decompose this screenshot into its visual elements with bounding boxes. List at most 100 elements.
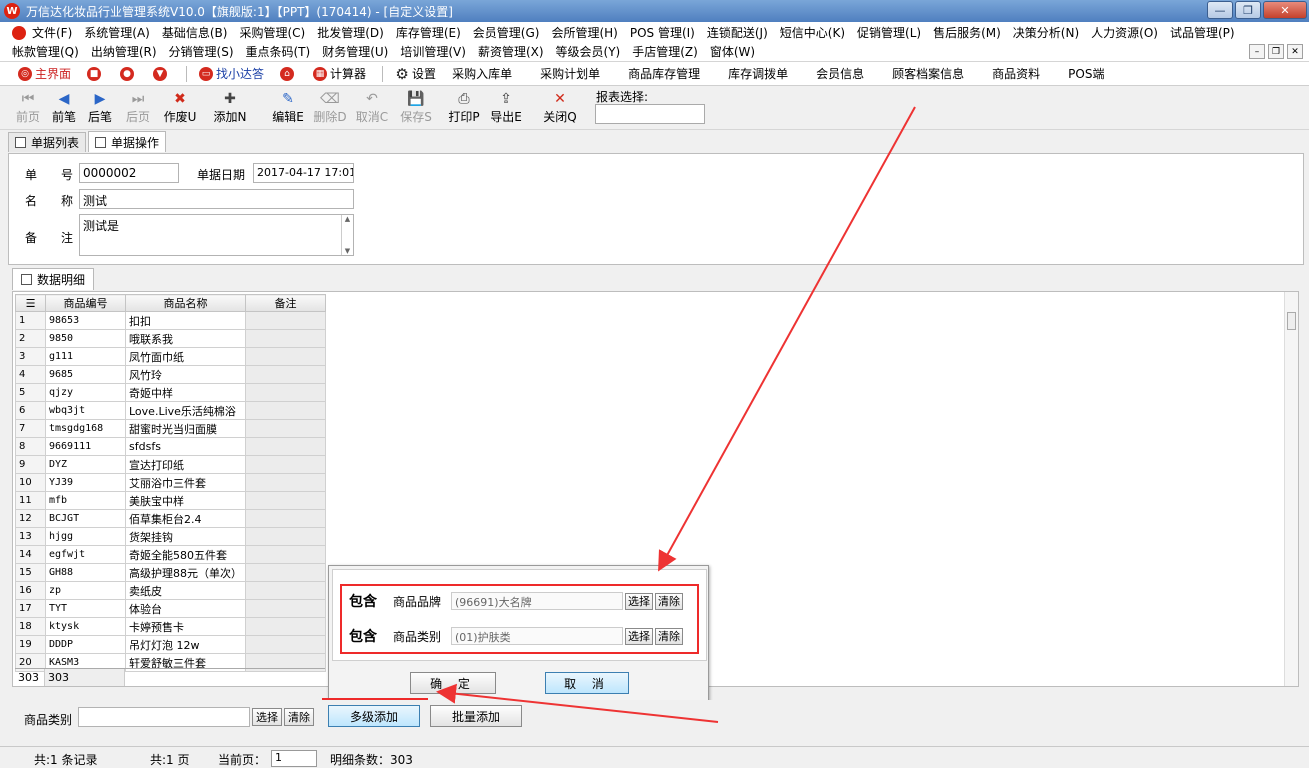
bottom-category-input[interactable]	[78, 707, 250, 727]
main-screen-link[interactable]: ◎ 主界面	[18, 65, 71, 82]
product-name-cell[interactable]: 卖纸皮	[125, 581, 246, 600]
table-row[interactable]: 11 mfb 美肤宝中样	[15, 491, 326, 510]
product-name-cell[interactable]: 吊灯灯泡 12w	[125, 635, 246, 654]
product-name-cell[interactable]: 奇姬中样	[125, 383, 246, 402]
tab-document-list[interactable]: 单据列表	[8, 132, 87, 152]
home-shortcut[interactable]: ⌂	[280, 66, 297, 81]
doc-name-input[interactable]: 测试	[79, 189, 354, 209]
product-code-cell[interactable]: wbq3jt	[45, 401, 126, 420]
product-code-cell[interactable]: DDDP	[45, 635, 126, 654]
toolbar-button-10[interactable]: ⎙ 打印P	[444, 90, 484, 128]
remark-cell[interactable]	[245, 617, 326, 636]
product-name-cell[interactable]: 扣扣	[125, 311, 246, 330]
remark-scrollbar[interactable]: ▲ ▼	[341, 215, 353, 255]
menu-item-r1-0[interactable]: 文件(F)	[32, 24, 72, 41]
calculator-link[interactable]: ▦ 计算器	[313, 65, 366, 82]
product-name-cell[interactable]: 奇姬全能580五件套	[125, 545, 246, 564]
product-code-cell[interactable]: qjzy	[45, 383, 126, 402]
menu-item-r2-9[interactable]: 窗体(W)	[710, 43, 755, 60]
mdi-restore-button[interactable]: ❐	[1268, 44, 1284, 59]
product-name-cell[interactable]: Love.Live乐活纯棉浴	[125, 401, 246, 420]
menu-item-r1-11[interactable]: 促销管理(L)	[857, 24, 921, 41]
product-code-cell[interactable]: 9685	[45, 365, 126, 384]
quick-link-0[interactable]: 采购入库单	[452, 65, 512, 82]
table-row[interactable]: 9 DYZ 宣达打印纸	[15, 455, 326, 474]
menu-item-r1-14[interactable]: 人力资源(O)	[1091, 24, 1158, 41]
doc-no-input[interactable]: 0000002	[79, 163, 179, 183]
menu-item-r1-1[interactable]: 系统管理(A)	[84, 24, 150, 41]
toolbar-button-9[interactable]: 💾 保存S	[396, 90, 436, 128]
minimize-button[interactable]: —	[1207, 1, 1233, 19]
toolbar-button-1[interactable]: ◀ 前笔	[44, 90, 84, 128]
batch-add-button[interactable]: 批量添加	[430, 705, 522, 727]
table-row[interactable]: 16 zp 卖纸皮	[15, 581, 326, 600]
table-row[interactable]: 14 egfwjt 奇姬全能580五件套	[15, 545, 326, 564]
table-row[interactable]: 13 hjgg 货架挂钩	[15, 527, 326, 546]
menu-item-r1-5[interactable]: 库存管理(E)	[396, 24, 461, 41]
product-name-cell[interactable]: 高级护理88元（单次）	[125, 563, 246, 582]
toolbar-button-11[interactable]: ⇪ 导出E	[486, 90, 526, 128]
menu-item-r2-8[interactable]: 手店管理(Z)	[632, 43, 698, 60]
quick-link-2[interactable]: 商品库存管理	[628, 65, 700, 82]
doc-date-input[interactable]: 2017-04-17 17:01	[253, 163, 354, 183]
menu-item-r2-5[interactable]: 培训管理(V)	[400, 43, 466, 60]
maximize-button[interactable]: ❐	[1235, 1, 1261, 19]
menu-item-r1-7[interactable]: 会所管理(H)	[551, 24, 617, 41]
mdi-minimize-button[interactable]: –	[1249, 44, 1265, 59]
menu-item-r2-7[interactable]: 等级会员(Y)	[556, 43, 621, 60]
quick-link-1[interactable]: 采购计划单	[540, 65, 600, 82]
remark-cell[interactable]	[245, 563, 326, 582]
remark-cell[interactable]	[245, 491, 326, 510]
menu-item-r1-9[interactable]: 连锁配送(J)	[707, 24, 768, 41]
remark-cell[interactable]	[245, 365, 326, 384]
toolbar-button-5[interactable]: ✚ 添加N	[210, 90, 250, 128]
product-code-cell[interactable]: YJ39	[45, 473, 126, 492]
product-name-cell[interactable]: 风竹玲	[125, 365, 246, 384]
table-row[interactable]: 10 YJ39 艾丽浴巾三件套	[15, 473, 326, 492]
table-row[interactable]: 2 9850 哦联系我	[15, 329, 326, 348]
product-name-cell[interactable]: 宣达打印纸	[125, 455, 246, 474]
table-row[interactable]: 6 wbq3jt Love.Live乐活纯棉浴	[15, 401, 326, 420]
remark-cell[interactable]	[245, 401, 326, 420]
remark-cell[interactable]	[245, 383, 326, 402]
column-header-code[interactable]: 商品编号	[45, 294, 126, 312]
table-row[interactable]: 3 g111 凤竹面巾纸	[15, 347, 326, 366]
menu-item-r1-12[interactable]: 售后服务(M)	[933, 24, 1001, 41]
table-row[interactable]: 18 ktysk 卡婷预售卡	[15, 617, 326, 636]
toolbar-button-12[interactable]: ✕ 关闭Q	[540, 90, 580, 128]
product-code-cell[interactable]: zp	[45, 581, 126, 600]
remark-cell[interactable]	[245, 635, 326, 654]
multi-level-add-button[interactable]: 多级添加	[328, 705, 420, 727]
menu-item-r1-6[interactable]: 会员管理(G)	[473, 24, 540, 41]
product-name-cell[interactable]: 美肤宝中样	[125, 491, 246, 510]
quick-link-6[interactable]: 商品资料	[992, 65, 1040, 82]
product-name-cell[interactable]: 凤竹面巾纸	[125, 347, 246, 366]
table-row[interactable]: 7 tmsgdg168 甜蜜时光当归面膜	[15, 419, 326, 438]
remark-cell[interactable]	[245, 437, 326, 456]
product-code-cell[interactable]: 98653	[45, 311, 126, 330]
product-name-cell[interactable]: 卡婷预售卡	[125, 617, 246, 636]
column-header-name[interactable]: 商品名称	[125, 294, 246, 312]
bottom-select-button[interactable]: 选择	[252, 708, 282, 726]
find-helper-link[interactable]: ▭ 找小达答	[199, 65, 264, 82]
remark-cell[interactable]	[245, 599, 326, 618]
menu-item-r2-2[interactable]: 分销管理(S)	[169, 43, 234, 60]
menu-item-r2-6[interactable]: 薪资管理(X)	[478, 43, 544, 60]
product-code-cell[interactable]: BCJGT	[45, 509, 126, 528]
chat-shortcut[interactable]: ●	[120, 66, 137, 81]
table-row[interactable]: 8 9669111 sfdsfs	[15, 437, 326, 456]
remark-cell[interactable]	[245, 509, 326, 528]
product-code-cell[interactable]: g111	[45, 347, 126, 366]
menu-item-r2-3[interactable]: 重点条码(T)	[246, 43, 311, 60]
toolbar-button-2[interactable]: ▶ 后笔	[80, 90, 120, 128]
table-row[interactable]: 12 BCJGT 佰草集柜台2.4	[15, 509, 326, 528]
menu-item-r1-3[interactable]: 采购管理(C)	[239, 24, 305, 41]
column-header-remark[interactable]: 备注	[245, 294, 326, 312]
product-name-cell[interactable]: sfdsfs	[125, 437, 246, 456]
menu-item-r1-15[interactable]: 试品管理(P)	[1170, 24, 1235, 41]
tab-document-operation[interactable]: 单据操作	[88, 131, 167, 152]
quick-link-7[interactable]: POS端	[1068, 65, 1104, 82]
bottom-clear-button[interactable]: 清除	[284, 708, 314, 726]
table-row[interactable]: 5 qjzy 奇姬中样	[15, 383, 326, 402]
product-code-cell[interactable]: TYT	[45, 599, 126, 618]
